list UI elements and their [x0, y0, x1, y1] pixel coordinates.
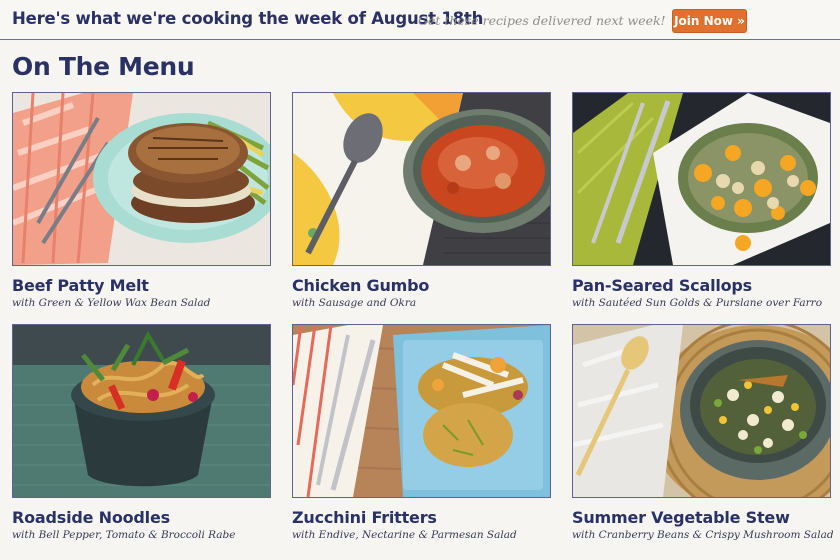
banner-headline: Here's what we're cooking the week of Au… [12, 9, 484, 28]
promo-banner: Here's what we're cooking the week of Au… [0, 0, 840, 40]
recipe-description: with Cranberry Beans & Crispy Mushroom S… [572, 529, 834, 541]
beef-patty-melt-photo[interactable] [12, 92, 271, 266]
recipe-title[interactable]: Pan-Seared Scallops [572, 276, 831, 295]
zucchini-fritters-illustration [293, 325, 550, 497]
summer-vegetable-stew-illustration [573, 325, 830, 497]
summer-vegetable-stew-photo[interactable] [572, 324, 831, 498]
join-now-button[interactable]: Join Now » [672, 9, 747, 33]
recipe-description: with Sautéed Sun Golds & Purslane over F… [572, 297, 823, 309]
recipe-title[interactable]: Roadside Noodles [12, 508, 271, 527]
beef-patty-melt-illustration [13, 93, 270, 265]
recipe-description: with Bell Pepper, Tomato & Broccoli Rabe [12, 529, 236, 541]
recipe-description: with Green & Yellow Wax Bean Salad [12, 297, 211, 309]
menu-card: Beef Patty Melt with Green & Yellow Wax … [12, 92, 271, 309]
zucchini-fritters-photo[interactable] [292, 324, 551, 498]
chicken-gumbo-photo[interactable] [292, 92, 551, 266]
recipe-title[interactable]: Zucchini Fritters [292, 508, 551, 527]
pan-seared-scallops-illustration [573, 93, 830, 265]
chicken-gumbo-illustration [293, 93, 550, 265]
roadside-noodles-photo[interactable] [12, 324, 271, 498]
recipe-description: with Endive, Nectarine & Parmesan Salad [292, 529, 517, 541]
banner-tagline: Get these recipes delivered next week! [418, 13, 666, 28]
pan-seared-scallops-photo[interactable] [572, 92, 831, 266]
recipe-title[interactable]: Summer Vegetable Stew [572, 508, 831, 527]
menu-card: Chicken Gumbo with Sausage and Okra [292, 92, 551, 309]
recipe-description: with Sausage and Okra [292, 297, 417, 309]
menu-card: Roadside Noodles with Bell Pepper, Tomat… [12, 324, 271, 541]
menu-title: On The Menu [12, 52, 195, 81]
roadside-noodles-illustration [13, 325, 270, 497]
recipe-title[interactable]: Beef Patty Melt [12, 276, 271, 295]
menu-card: Summer Vegetable Stew with Cranberry Bea… [572, 324, 834, 541]
recipe-title[interactable]: Chicken Gumbo [292, 276, 551, 295]
menu-card: Zucchini Fritters with Endive, Nectarine… [292, 324, 551, 541]
menu-card: Pan-Seared Scallops with Sautéed Sun Gol… [572, 92, 831, 309]
